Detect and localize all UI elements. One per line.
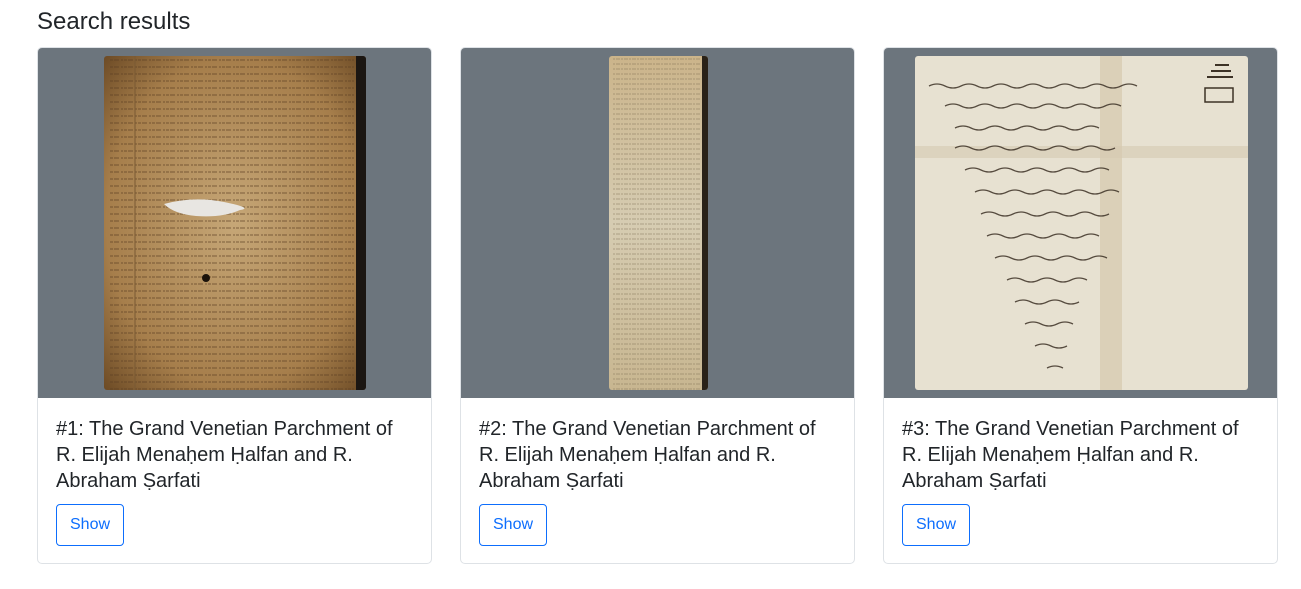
manuscript-thumbnail[interactable] <box>915 56 1248 390</box>
manuscript-thumbnail[interactable] <box>609 56 708 390</box>
result-title: #3: The Grand Venetian Parchment of R. E… <box>902 418 1239 492</box>
result-image-container[interactable] <box>38 48 431 398</box>
page-title: Search results <box>37 8 191 35</box>
result-title: #1: The Grand Venetian Parchment of R. E… <box>56 418 393 492</box>
show-button[interactable]: Show <box>902 504 971 546</box>
result-title: #2: The Grand Venetian Parchment of R. E… <box>479 418 816 492</box>
show-button[interactable]: Show <box>56 504 125 546</box>
result-image-container[interactable] <box>461 48 854 398</box>
manuscript-thumbnail[interactable] <box>104 56 366 390</box>
result-card: #2: The Grand Venetian Parchment of R. E… <box>460 47 855 564</box>
result-card: #3: The Grand Venetian Parchment of R. E… <box>883 47 1278 564</box>
result-image-container[interactable] <box>884 48 1277 398</box>
show-button[interactable]: Show <box>479 504 548 546</box>
result-card: #1: The Grand Venetian Parchment of R. E… <box>37 47 432 564</box>
